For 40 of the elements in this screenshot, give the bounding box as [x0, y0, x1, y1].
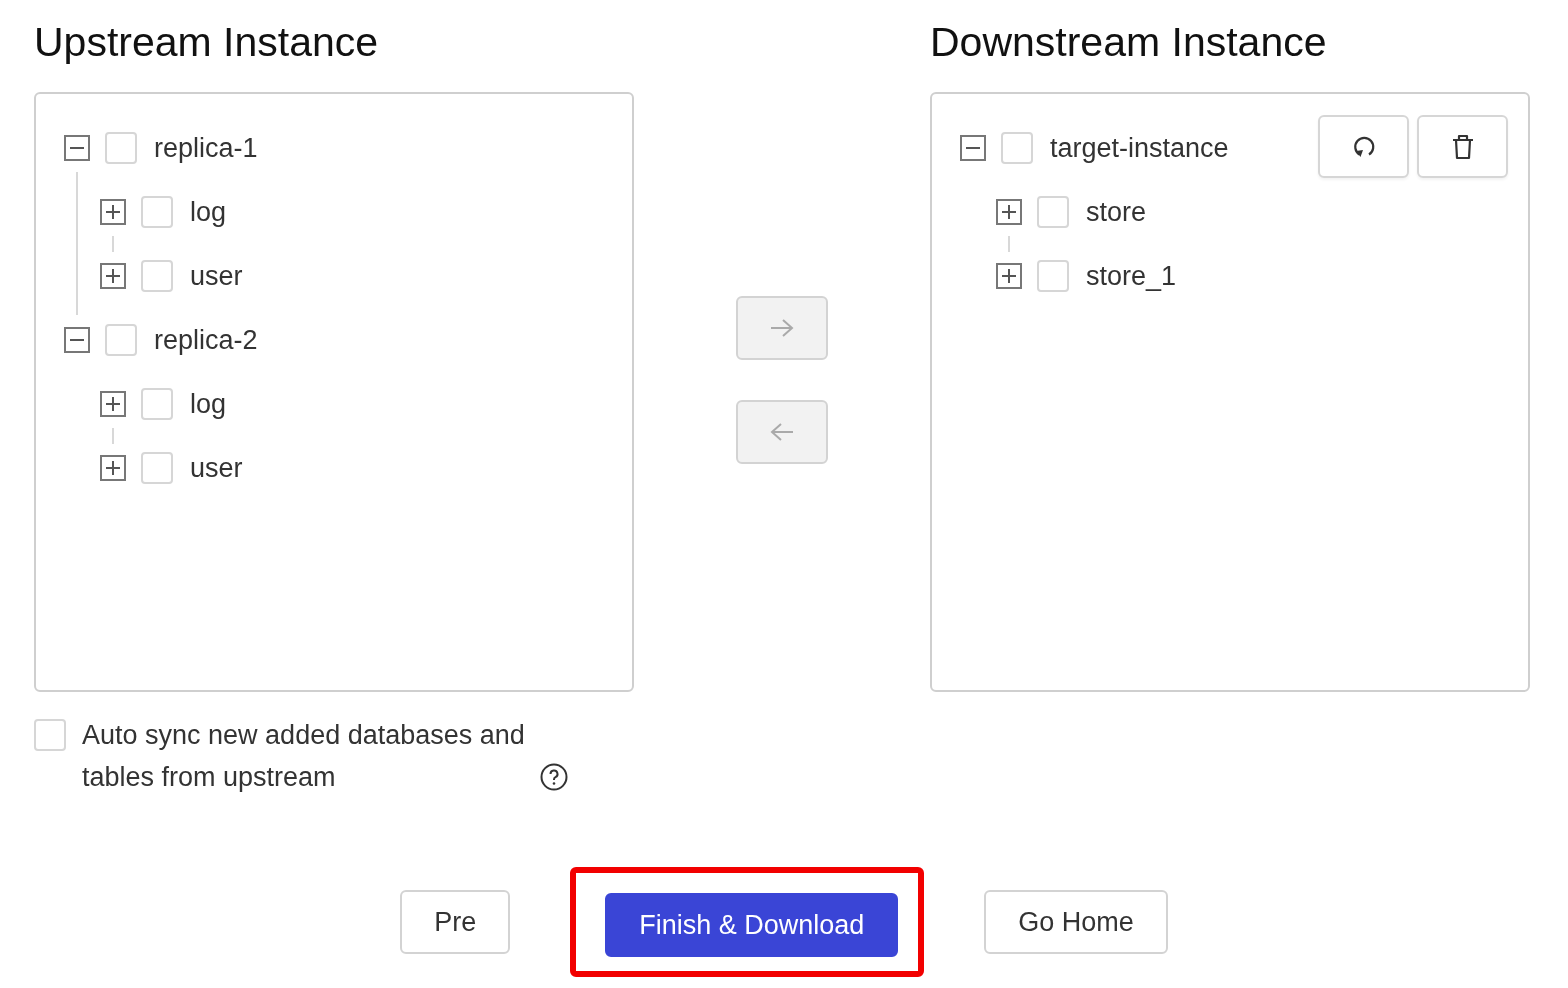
- help-icon[interactable]: [540, 763, 568, 791]
- panel-title: Upstream Instance: [34, 18, 380, 67]
- checkbox[interactable]: [1037, 196, 1069, 228]
- footer-button[interactable]: Finish & Download: [605, 893, 899, 957]
- tree-node-label[interactable]: store: [1086, 196, 1147, 228]
- checkbox[interactable]: [34, 719, 66, 751]
- arrow-left-icon: [769, 422, 795, 442]
- collapse-toggle[interactable]: [64, 327, 90, 353]
- checkbox[interactable]: [141, 452, 173, 484]
- expand-toggle[interactable]: [100, 455, 126, 481]
- arrow-right-icon: [769, 318, 795, 338]
- expand-toggle[interactable]: [100, 263, 126, 289]
- footer-button[interactable]: Go Home: [984, 890, 1168, 954]
- tree-node-label[interactable]: target-instance: [1050, 132, 1229, 164]
- panel-title: Downstream Instance: [930, 18, 1328, 67]
- checkbox[interactable]: [1001, 132, 1033, 164]
- refresh-button[interactable]: [1318, 115, 1409, 178]
- auto-sync-label: Auto sync new added databases and tables from upstream: [82, 719, 526, 794]
- expand-toggle[interactable]: [996, 199, 1022, 225]
- tree-node-label[interactable]: user: [190, 260, 243, 292]
- collapse-toggle[interactable]: [64, 135, 90, 161]
- checkbox[interactable]: [105, 324, 137, 356]
- checkbox[interactable]: [141, 260, 173, 292]
- tree-node-label[interactable]: replica-2: [154, 324, 258, 356]
- delete-button[interactable]: [1417, 115, 1508, 178]
- expand-toggle[interactable]: [996, 263, 1022, 289]
- tree-node-label[interactable]: user: [190, 452, 243, 484]
- tree-node-label[interactable]: log: [190, 388, 227, 420]
- expand-toggle[interactable]: [100, 199, 126, 225]
- trash-icon: [1450, 133, 1475, 160]
- checkbox[interactable]: [141, 388, 173, 420]
- footer-button[interactable]: Pre: [400, 890, 511, 954]
- tree-node-label[interactable]: log: [190, 196, 227, 228]
- tree-node-label[interactable]: replica-1: [154, 132, 258, 164]
- collapse-toggle[interactable]: [960, 135, 986, 161]
- checkbox[interactable]: [1037, 260, 1069, 292]
- checkbox[interactable]: [141, 196, 173, 228]
- tree-node-label[interactable]: store_1: [1086, 260, 1177, 292]
- expand-toggle[interactable]: [100, 391, 126, 417]
- checkbox[interactable]: [105, 132, 137, 164]
